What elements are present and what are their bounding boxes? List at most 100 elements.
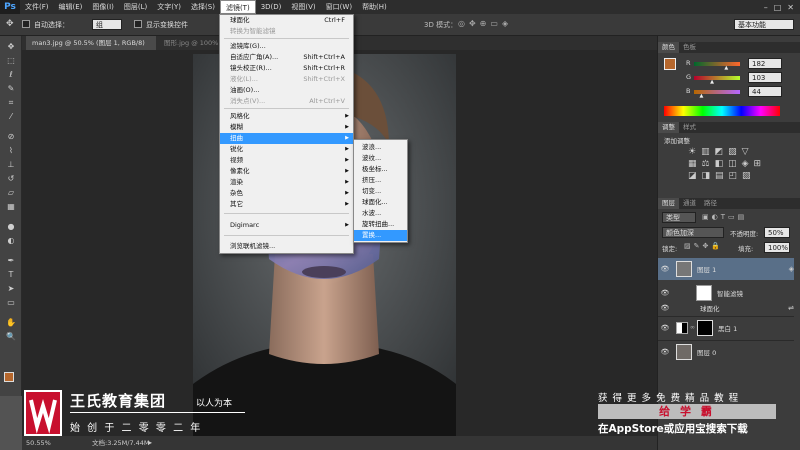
red-slider[interactable] [694, 62, 740, 66]
filter-menu-item[interactable]: 消失点(V)... Alt+Ctrl+V [220, 96, 353, 107]
filter-menu-item[interactable]: 滤镜库(G)... [220, 41, 353, 52]
eye-icon[interactable]: 👁 [658, 348, 672, 356]
menu-image[interactable]: 图像(I) [87, 0, 119, 14]
filter-menu-item[interactable]: 转换为智能滤镜 [220, 26, 353, 37]
auto-select-dropdown[interactable]: 组 [92, 19, 122, 30]
submenu-item-wave[interactable]: 波浪... [354, 142, 407, 153]
foreground-color-swatch[interactable] [4, 372, 14, 382]
tab-layers[interactable]: 图层 [658, 198, 679, 209]
close-icon[interactable]: ✕ [787, 3, 794, 12]
menu-file[interactable]: 文件(F) [20, 0, 54, 14]
dodge-tool-icon[interactable]: ◐ [5, 236, 17, 246]
blue-slider-thumb[interactable]: ▲ [699, 93, 703, 99]
fill-field[interactable]: 100% [764, 242, 790, 253]
gradient-tool-icon[interactable]: ▦ [5, 202, 17, 212]
filter-menu-item[interactable]: 视频 ▶ [220, 155, 353, 166]
submenu-item-twirl[interactable]: 旋转扭曲... [354, 219, 407, 230]
menu-select[interactable]: 选择(S) [186, 0, 220, 14]
healing-brush-icon[interactable]: ⊘ [5, 132, 17, 142]
submenu-item-spherize[interactable]: 球面化... [354, 197, 407, 208]
eye-icon[interactable]: 👁 [658, 289, 672, 297]
menu-help[interactable]: 帮助(H) [357, 0, 392, 14]
hand-tool-icon[interactable]: ✋ [5, 318, 17, 328]
filter-menu-item[interactable]: 镜头校正(R)... Shift+Ctrl+R [220, 63, 353, 74]
menu-view[interactable]: 视图(V) [286, 0, 320, 14]
submenu-item-polar[interactable]: 极坐标... [354, 164, 407, 175]
path-select-icon[interactable]: ➤ [5, 284, 17, 294]
spherize-filter-row[interactable]: 👁 球面化 ⇌ [658, 302, 794, 314]
smart-filter-row[interactable]: 👁 智能滤镜 [658, 282, 794, 304]
workspace-dropdown[interactable]: 基本功能 [734, 19, 794, 30]
menu-filter[interactable]: 滤镜(T) [219, 0, 256, 14]
adjustment-icons[interactable]: ☀▥◩▨▽ ▦⚖◧◫◈⊞ ◪◨▤◰▧ [688, 146, 766, 182]
filter-menu-item[interactable]: Digimarc ▶ [220, 220, 353, 231]
filter-menu-item[interactable]: 模糊 ▶ [220, 122, 353, 133]
pen-tool-icon[interactable]: ✒ [5, 256, 17, 266]
green-slider[interactable] [694, 76, 740, 80]
move-tool-icon[interactable]: ✥ [5, 42, 17, 52]
lasso-tool-icon[interactable]: ℓ [5, 70, 17, 80]
zoom-tool-icon[interactable]: 🔍 [5, 332, 17, 342]
layer-name[interactable]: 图层 0 [697, 347, 716, 357]
marquee-tool-icon[interactable]: ⬚ [5, 56, 17, 66]
tab-paths[interactable]: 路径 [700, 198, 721, 209]
auto-select-checkbox[interactable] [22, 20, 30, 28]
filter-options-icon[interactable]: ⇌ [788, 304, 794, 312]
layer-kind-filter[interactable]: 类型 [662, 212, 696, 223]
crop-tool-icon[interactable]: ⌗ [5, 98, 17, 108]
eraser-tool-icon[interactable]: ▱ [5, 188, 17, 198]
blend-mode-dropdown[interactable]: 颜色加深 [662, 227, 724, 238]
eye-icon[interactable]: 👁 [658, 304, 672, 312]
filter-menu-item[interactable]: 像素化 ▶ [220, 166, 353, 177]
submenu-item-pinch[interactable]: 挤压... [354, 175, 407, 186]
submenu-item-displace[interactable]: 置换... [354, 230, 407, 241]
submenu-item-ripple[interactable]: 波纹... [354, 153, 407, 164]
red-value[interactable]: 182 [748, 58, 782, 69]
filter-menu-item[interactable]: 其它 ▶ [220, 199, 353, 210]
tab-adjustments[interactable]: 调整 [658, 122, 679, 133]
layer-filter-icons[interactable]: ▣◐T▭▤ [702, 213, 747, 221]
filter-menu-item[interactable]: 杂色 ▶ [220, 188, 353, 199]
layer-name[interactable]: 图层 1 [697, 264, 716, 274]
shape-tool-icon[interactable]: ▭ [5, 298, 17, 308]
menu-3d[interactable]: 3D(D) [256, 0, 287, 14]
maximize-icon[interactable]: □ [774, 3, 782, 12]
filter-menu-item-distort[interactable]: 扭曲 ▶ [220, 133, 353, 144]
tab-swatches[interactable]: 色板 [679, 42, 700, 53]
layer-row-1[interactable]: 👁 图层 1 ◈ [658, 258, 794, 280]
history-brush-icon[interactable]: ↺ [5, 174, 17, 184]
3d-tools-icon[interactable]: ◎✥⊕▭◈ [458, 19, 512, 28]
show-transform-checkbox[interactable] [134, 20, 142, 28]
opacity-field[interactable]: 50% [764, 227, 790, 238]
status-arrow-icon[interactable]: ▸ [148, 436, 152, 450]
submenu-item-shear[interactable]: 切变... [354, 186, 407, 197]
menu-type[interactable]: 文字(Y) [152, 0, 186, 14]
filter-menu-item[interactable]: 液化(L)... Shift+Ctrl+X [220, 74, 353, 85]
zoom-readout[interactable]: 50.55% [26, 436, 51, 450]
red-slider-thumb[interactable]: ▲ [724, 65, 728, 71]
green-slider-thumb[interactable]: ▲ [710, 79, 714, 85]
eye-icon[interactable]: 👁 [658, 324, 672, 332]
submenu-item-zigzag[interactable]: 水波... [354, 208, 407, 219]
brush-tool-icon[interactable]: ⌇ [5, 146, 17, 156]
filter-menu-item[interactable]: 风格化 ▶ [220, 111, 353, 122]
quick-select-tool-icon[interactable]: ✎ [5, 84, 17, 94]
filter-menu-item[interactable]: 自适应广角(A)... Shift+Ctrl+A [220, 52, 353, 63]
menu-window[interactable]: 窗口(W) [321, 0, 357, 14]
menu-edit[interactable]: 编辑(E) [54, 0, 88, 14]
layer-name[interactable]: 黑白 1 [718, 323, 737, 333]
type-tool-icon[interactable]: T [5, 270, 17, 280]
filter-menu-item[interactable]: 浏览联机滤镜... [220, 241, 353, 252]
layer-row-bw[interactable]: 👁 ∞ 黑白 1 [658, 316, 794, 338]
eyedropper-tool-icon[interactable]: ⁄ [5, 112, 17, 122]
filter-menu-item[interactable]: 渲染 ▶ [220, 177, 353, 188]
filter-menu-item[interactable]: 球面化 Ctrl+F [220, 15, 353, 26]
color-spectrum[interactable] [664, 106, 780, 116]
blue-value[interactable]: 44 [748, 86, 782, 97]
menu-layer[interactable]: 图层(L) [119, 0, 152, 14]
layer-row-0[interactable]: 👁 图层 0 [658, 340, 794, 362]
tab-styles[interactable]: 样式 [679, 122, 700, 133]
filter-menu-item[interactable]: 锐化 ▶ [220, 144, 353, 155]
minimize-icon[interactable]: – [764, 3, 768, 12]
tab-man3[interactable]: man3.jpg @ 50.5% (图层 1, RGB/8) * × [26, 36, 156, 61]
